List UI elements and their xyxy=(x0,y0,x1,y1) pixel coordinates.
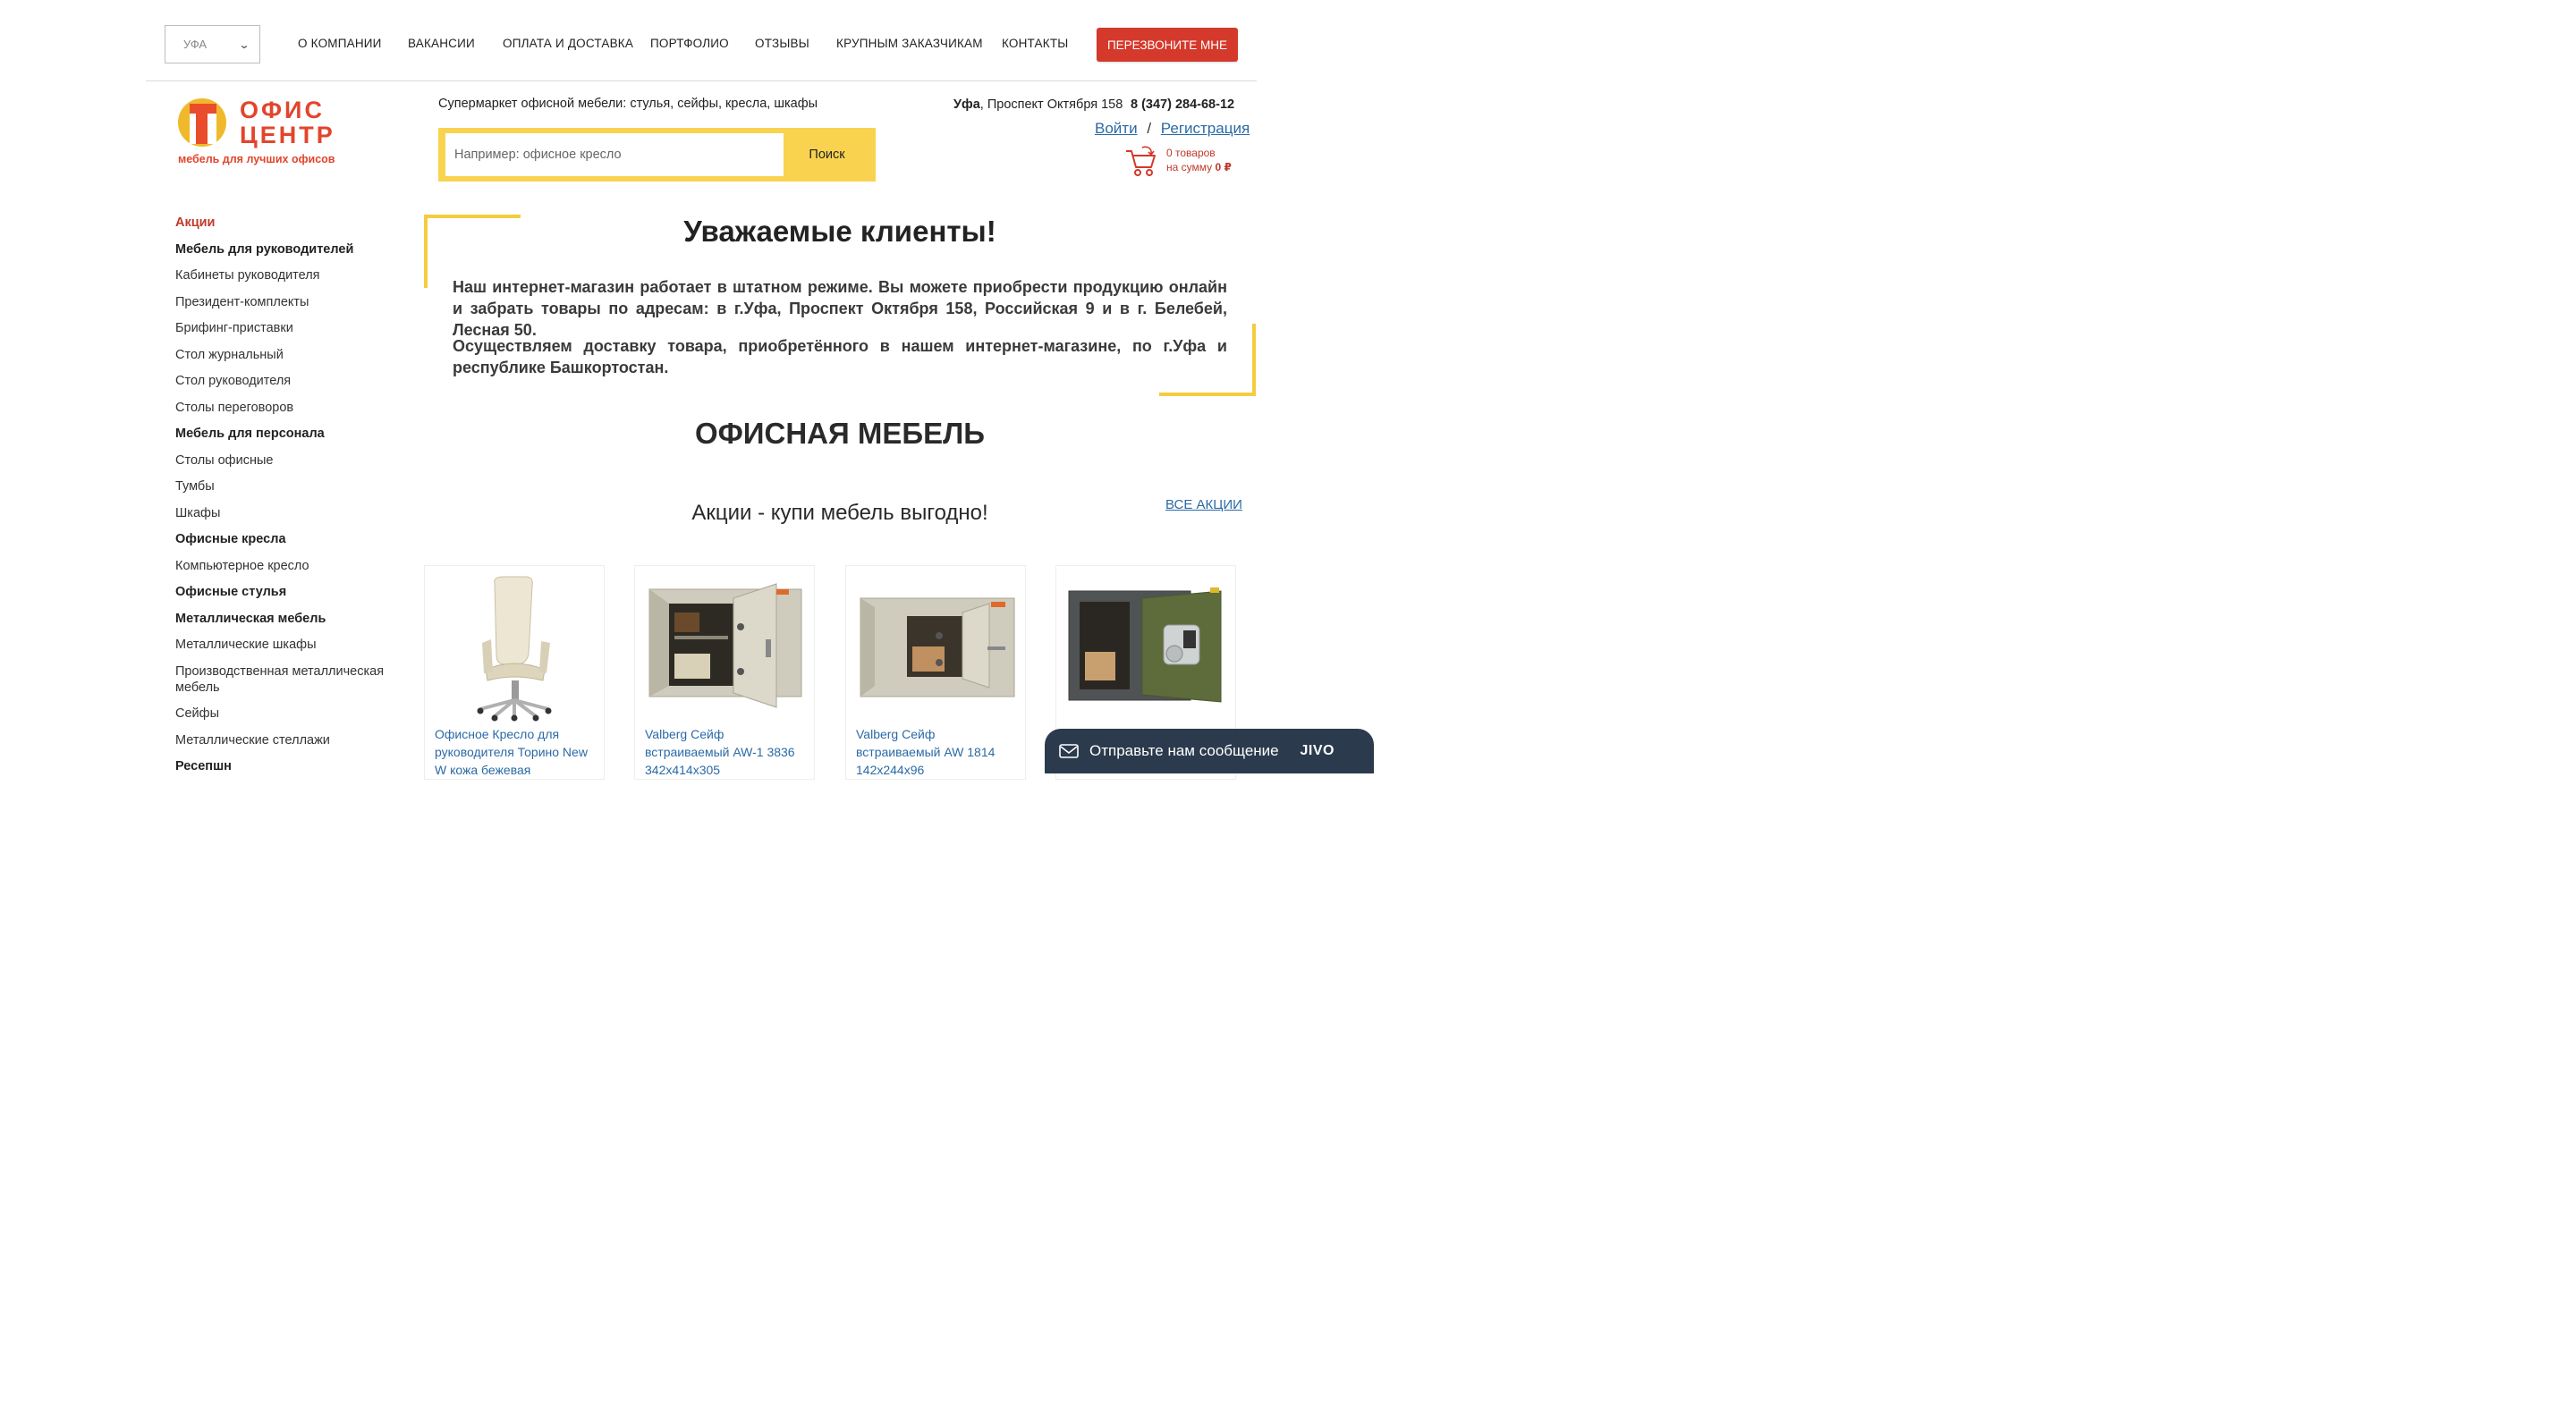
sidebar-item[interactable]: Стол журнальный xyxy=(175,347,399,363)
sidebar-item[interactable]: Мебель для руководителей xyxy=(175,241,399,258)
sidebar-item[interactable]: Металлическая мебель xyxy=(175,611,399,627)
nav-about[interactable]: О КОМПАНИИ xyxy=(298,37,382,50)
search-bar: Поиск xyxy=(438,128,876,182)
product-title[interactable]: Офисное Кресло для руководителя Торино N… xyxy=(435,725,599,779)
logo-line1: ОФИС xyxy=(240,97,325,123)
notice-frame-bottom xyxy=(1159,393,1256,396)
chat-brand: JIVO xyxy=(1300,743,1335,758)
cart-sum: 0 ₽ xyxy=(1215,161,1232,173)
cart-count: 0 товаров xyxy=(1166,147,1216,159)
sidebar-item[interactable]: Компьютерное кресло xyxy=(175,558,399,574)
notice-paragraph-2: Осуществляем доставку товара, приобретён… xyxy=(453,337,1227,376)
sidebar-item[interactable]: Столы офисные xyxy=(175,452,399,469)
product-card[interactable]: Valberg Сейф встраиваемый AW-1 3836 342x… xyxy=(634,565,815,780)
sidebar-item[interactable]: Стол руководителя xyxy=(175,373,399,389)
sidebar-item[interactable]: Металлические шкафы xyxy=(175,637,399,653)
sidebar-item[interactable]: Металлические стеллажи xyxy=(175,732,399,748)
cart-icon[interactable] xyxy=(1124,146,1158,178)
logo-line2: ЦЕНТР xyxy=(240,122,335,148)
all-promos-link[interactable]: ВСЕ АКЦИИ xyxy=(1165,497,1242,512)
search-button[interactable]: Поиск xyxy=(784,133,870,176)
address-street: , Проспект Октября 158 xyxy=(979,97,1123,112)
sidebar-item[interactable]: Брифинг-приставки xyxy=(175,320,399,336)
nav-vacancies[interactable]: ВАКАНСИИ xyxy=(408,37,475,50)
chevron-down-icon: ⌄ xyxy=(238,38,250,51)
sidebar-item[interactable]: Столы переговоров xyxy=(175,400,399,416)
catalog-sidebar: Акции Мебель для руководителей Кабинеты ру… xyxy=(175,215,399,785)
promo-title: Акции - купи мебель выгодно! xyxy=(691,501,988,525)
sidebar-item[interactable]: Акции xyxy=(175,215,399,231)
sidebar-item[interactable]: Мебель для персонала xyxy=(175,426,399,442)
phone-number[interactable]: 8 (347) 284-68-12 xyxy=(1131,97,1234,112)
auth-separator: / xyxy=(1147,120,1152,137)
chat-message: Отправьте нам сообщение xyxy=(1089,742,1279,759)
city-select[interactable]: УФА ⌄ xyxy=(165,25,260,63)
register-link[interactable]: Регистрация xyxy=(1161,120,1250,137)
search-input[interactable] xyxy=(445,133,784,176)
envelope-icon xyxy=(1059,744,1079,758)
nav-portfolio[interactable]: ПОРТФОЛИО xyxy=(650,37,729,50)
login-link[interactable]: Войти xyxy=(1095,120,1138,137)
nav-contacts[interactable]: КОНТАКТЫ xyxy=(1002,37,1068,50)
product-title[interactable]: Valberg Сейф встраиваемый AW-1 3836 342x… xyxy=(645,725,809,779)
sidebar-item[interactable]: Кабинеты руководителя xyxy=(175,267,399,283)
wall-safe-icon xyxy=(648,583,802,708)
sidebar-item[interactable]: Сейфы xyxy=(175,706,399,722)
section-title: ОФИСНАЯ МЕБЕЛЬ xyxy=(694,417,986,450)
nav-payment-delivery[interactable]: ОПЛАТА И ДОСТАВКА xyxy=(503,37,633,50)
sidebar-item[interactable]: Шкафы xyxy=(175,505,399,521)
city-select-value: УФА xyxy=(183,38,208,51)
sidebar-item[interactable]: Офисные стулья xyxy=(175,584,399,600)
notice-paragraph-1: Наш интернет-магазин работает в штатном … xyxy=(453,278,1227,339)
address-city: Уфа xyxy=(953,97,980,112)
site-tagline: Супермаркет офисной мебели: стулья, сейф… xyxy=(438,97,818,111)
cart-summary[interactable]: 0 товаров на сумму 0 ₽ xyxy=(1166,146,1232,174)
sidebar-item[interactable]: Производственная металлическая мебель xyxy=(175,663,399,696)
sidebar-item[interactable]: Ресепшн xyxy=(175,758,399,774)
site-logo[interactable]: ОФИС ЦЕНТР мебель для лучших офисов xyxy=(175,93,354,170)
fireproof-safe-icon xyxy=(1068,587,1222,703)
store-address: Уфа, Проспект Октября 158 xyxy=(953,97,1123,112)
nav-reviews[interactable]: ОТЗЫВЫ xyxy=(755,37,809,50)
sidebar-item[interactable]: Тумбы xyxy=(175,478,399,494)
cart-sum-line: на сумму 0 ₽ xyxy=(1166,160,1232,174)
product-title[interactable]: Valberg Сейф встраиваемый AW 1814 142x24… xyxy=(856,725,1021,779)
auth-links: Войти / Регистрация xyxy=(1095,120,1250,138)
product-card[interactable]: Офисное Кресло для руководителя Торино N… xyxy=(424,565,605,780)
header-divider xyxy=(146,80,1257,81)
cart-sum-prefix: на сумму xyxy=(1166,161,1213,173)
logo-bar-center xyxy=(196,114,208,144)
wall-safe-small-icon xyxy=(860,597,1015,697)
logo-slogan: мебель для лучших офисов xyxy=(178,153,335,165)
notice-frame-right xyxy=(1252,324,1256,396)
callback-button[interactable]: ПЕРЕЗВОНИТЕ МНЕ xyxy=(1097,28,1238,62)
logo-bar-top xyxy=(190,104,216,114)
product-card[interactable]: Valberg Сейф встраиваемый AW 1814 142x24… xyxy=(845,565,1026,780)
notice-title: Уважаемые клиенты! xyxy=(683,215,996,248)
sidebar-item[interactable]: Президент-комплекты xyxy=(175,294,399,310)
nav-big-clients[interactable]: КРУПНЫМ ЗАКАЗЧИКАМ xyxy=(836,37,983,50)
office-chair-icon xyxy=(477,576,552,722)
sidebar-item[interactable]: Офисные кресла xyxy=(175,531,399,547)
chat-widget[interactable]: Отправьте нам сообщение JIVO xyxy=(1045,729,1374,773)
